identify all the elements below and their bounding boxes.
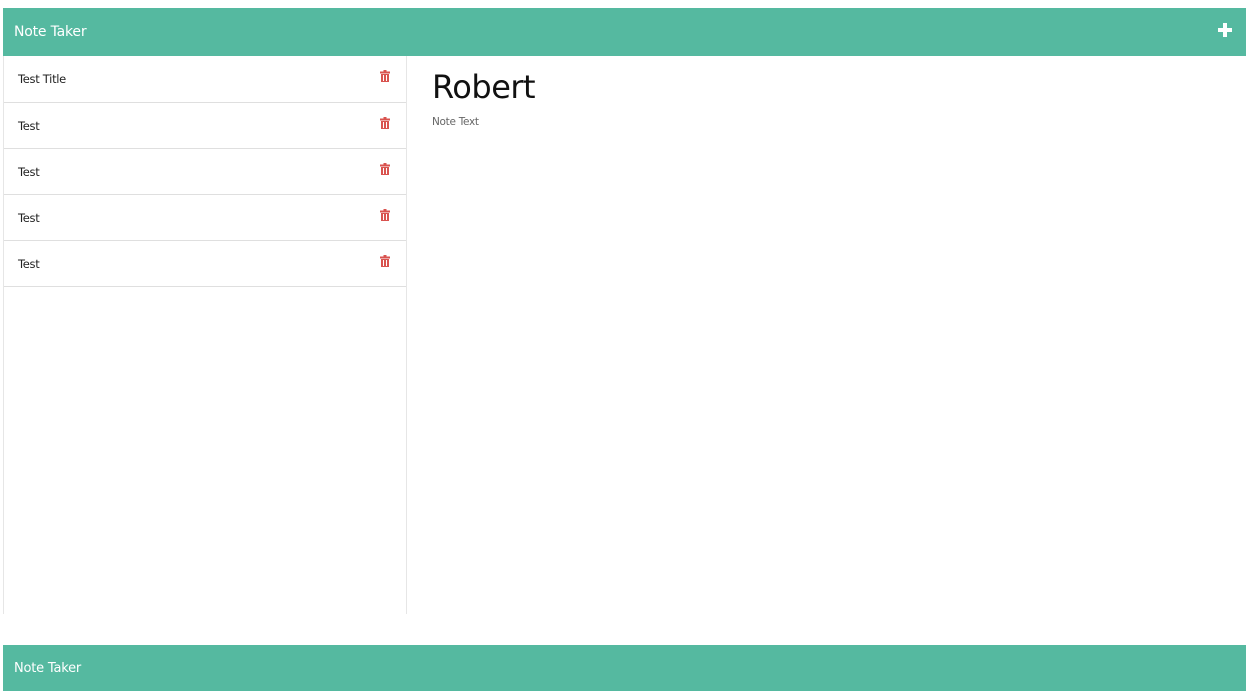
note-list: Test Title Test Test Test Test xyxy=(4,56,406,287)
note-list-item[interactable]: Test xyxy=(4,195,406,241)
navbar: Note Taker xyxy=(3,8,1246,56)
page: Note Taker Test Title Test Test Test Tes… xyxy=(0,0,1249,691)
note-list-item[interactable]: Test Title xyxy=(4,56,406,103)
note-item-title: Test xyxy=(18,164,40,179)
note-item-title: Test Title xyxy=(18,72,66,86)
note-item-title: Test xyxy=(18,118,40,133)
footer: Note Taker xyxy=(3,645,1246,691)
note-item-title: Test xyxy=(18,256,40,271)
trash-icon xyxy=(380,70,390,82)
trash-icon xyxy=(380,254,390,267)
note-list-item[interactable]: Test xyxy=(4,241,406,287)
delete-note-button[interactable] xyxy=(380,162,390,175)
note-text-field[interactable]: Note Text xyxy=(432,116,479,128)
delete-note-button[interactable] xyxy=(380,254,390,267)
delete-note-button[interactable] xyxy=(380,208,390,221)
plus-icon xyxy=(1218,23,1232,37)
navbar-brand[interactable]: Note Taker xyxy=(14,24,87,40)
note-title-field[interactable]: Robert xyxy=(432,68,536,106)
delete-note-button[interactable] xyxy=(380,70,390,82)
note-sidebar: Test Title Test Test Test Test xyxy=(3,56,407,614)
delete-note-button[interactable] xyxy=(380,116,390,129)
note-editor: Robert Note Text xyxy=(408,56,1249,614)
new-note-button[interactable] xyxy=(1216,21,1234,39)
trash-icon xyxy=(380,116,390,129)
footer-brand: Note Taker xyxy=(14,660,82,676)
trash-icon xyxy=(380,208,390,221)
note-list-item[interactable]: Test xyxy=(4,103,406,149)
note-list-item[interactable]: Test xyxy=(4,149,406,195)
note-item-title: Test xyxy=(18,210,40,225)
trash-icon xyxy=(380,162,390,175)
